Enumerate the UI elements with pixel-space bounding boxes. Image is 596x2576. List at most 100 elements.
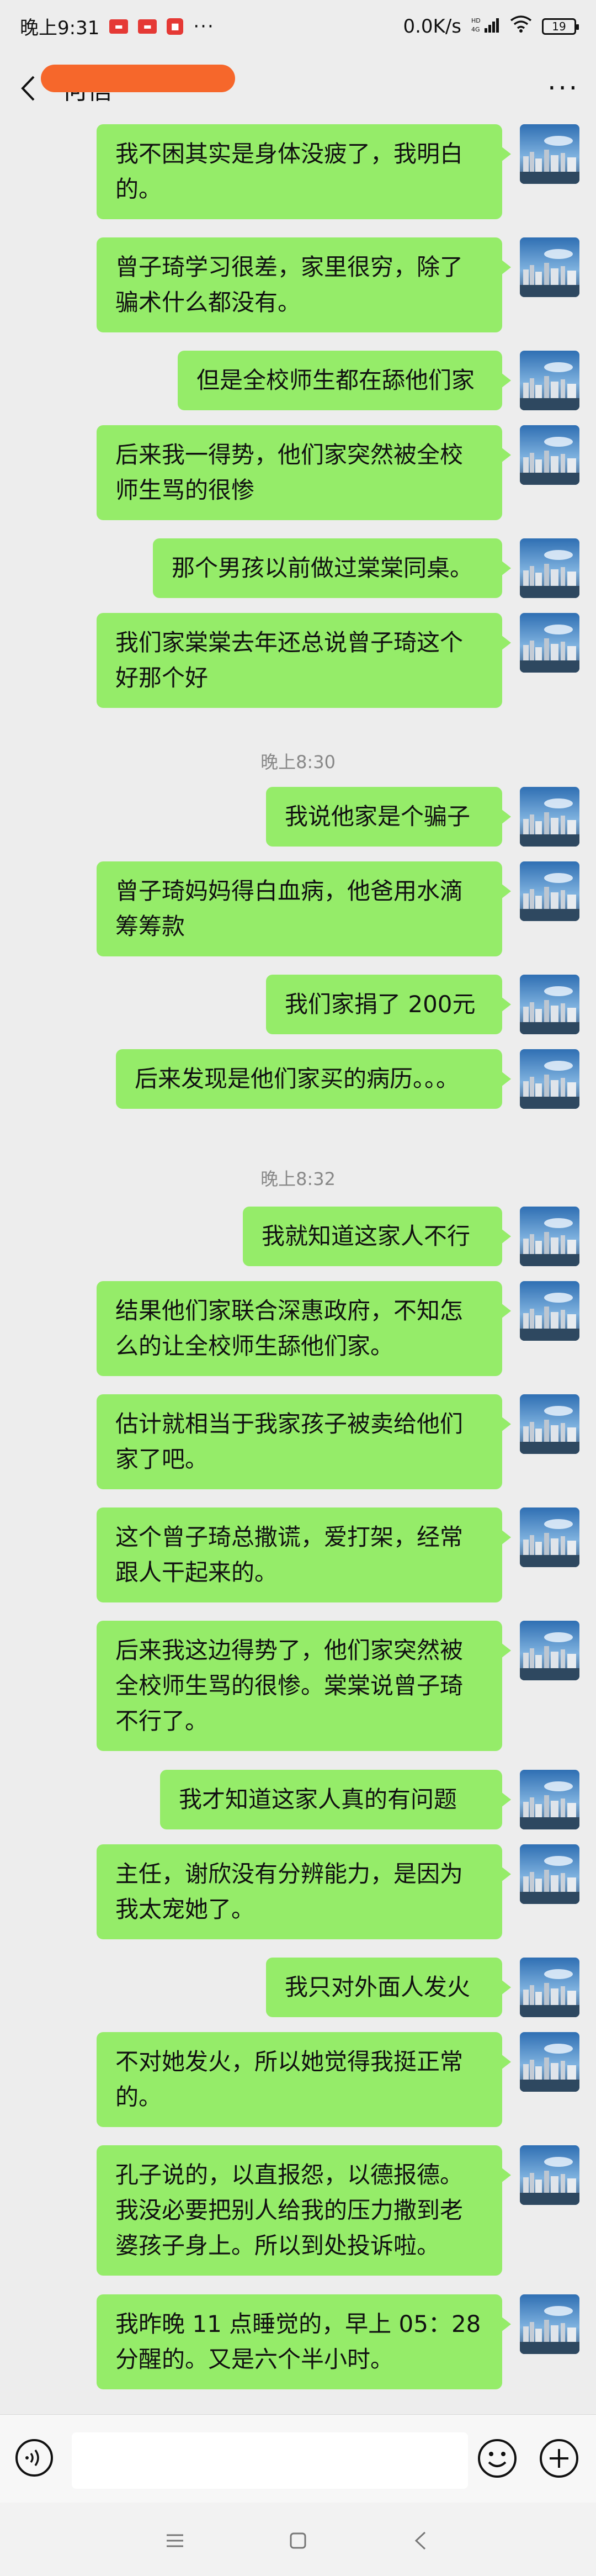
message-text-line: 骗术什么都没有。 xyxy=(115,289,301,316)
message-text-line: 家了吧。 xyxy=(115,1446,209,1473)
message-text-line: 我们家棠棠去年还总说曾子琦这个 xyxy=(115,629,464,656)
back-arrow-icon[interactable] xyxy=(17,72,39,105)
message-bubble[interactable]: 我昨晚 11 点睡觉的，早上 05：28 分醒的。又是六个半小时。 xyxy=(97,2294,511,2389)
message-text-line: 我就知道这家人不行 xyxy=(262,1223,471,1250)
more-notifications-icon: ··· xyxy=(193,15,215,38)
signal-icon: HD 4G xyxy=(471,16,500,37)
message-text-line: 分醒的。又是六个半小时。 xyxy=(115,2346,394,2373)
battery-level: 19 xyxy=(552,19,566,33)
message-text-line: 筹筹款 xyxy=(115,913,185,940)
avatar[interactable] xyxy=(520,2032,579,2092)
avatar[interactable] xyxy=(520,975,579,1034)
chat-timestamp: 晚上8:30 xyxy=(260,752,336,773)
message-text-line: 结果他们家联合深惠政府，不知怎 xyxy=(115,1297,464,1324)
avatar[interactable] xyxy=(520,1621,579,1680)
redaction-mark xyxy=(41,65,235,92)
message-text-line: 不对她发火，所以她觉得我挺正常 xyxy=(115,2048,464,2075)
message-text-line: 跟人干起来的。 xyxy=(115,1559,278,1586)
avatar[interactable] xyxy=(520,425,579,485)
avatar[interactable] xyxy=(520,613,579,673)
emoji-icon[interactable] xyxy=(477,2438,518,2479)
message-text-line: 后来我一得势，他们家突然被全校 xyxy=(115,441,464,468)
message-text-line: 后来我这边得势了，他们家突然被 xyxy=(115,1637,464,1664)
message-text-line: 师生骂的很惨 xyxy=(115,477,255,504)
message-text-line: 这个曾子琦总撒谎，爱打架，经常 xyxy=(115,1524,464,1551)
notification-icon: ▬ xyxy=(109,19,129,34)
message-bubble[interactable]: 后来发现是他们家买的病历。。。 xyxy=(116,1049,511,1109)
avatar[interactable] xyxy=(520,1049,579,1109)
svg-text:4G: 4G xyxy=(471,26,480,33)
message-text-line: 曾子琦学习很差，家里很穷，除了 xyxy=(115,253,464,281)
message-text-line: 婆孩子身上。所以到处投诉啦。 xyxy=(115,2232,440,2259)
message-text-line: 不行了。 xyxy=(115,1707,209,1734)
message-text-line: 我才知道这家人真的有问题 xyxy=(179,1786,457,1813)
avatar[interactable] xyxy=(520,2145,579,2205)
message-text-line: 我没必要把别人给我的压力撒到老 xyxy=(115,2197,464,2224)
avatar[interactable] xyxy=(520,2294,579,2354)
message-text-line: 估计就相当于我家孩子被卖给他们 xyxy=(115,1410,464,1437)
message-text-line: 我只对外面人发火 xyxy=(285,1974,471,2001)
message-bubble[interactable]: 不对她发火，所以她觉得我挺正常 的。 xyxy=(97,2032,511,2127)
message-text-line: 的。 xyxy=(115,2083,162,2110)
message-bubble[interactable]: 后来我这边得势了，他们家突然被 全校师生骂的很惨。棠棠说曾子琦 不行了。 xyxy=(97,1621,511,1751)
avatar[interactable] xyxy=(520,1281,579,1341)
back-icon[interactable] xyxy=(407,2527,435,2554)
avatar[interactable] xyxy=(520,1207,579,1266)
network-speed: 0.0K/s xyxy=(403,15,461,38)
message-text-line: 我说他家是个骗子 xyxy=(285,803,471,830)
message-input[interactable] xyxy=(72,2432,468,2489)
avatar[interactable] xyxy=(520,787,579,847)
message-text-line: 我昨晚 11 点睡觉的，早上 05：28 xyxy=(115,2310,481,2337)
voice-input-icon[interactable] xyxy=(14,2438,54,2478)
message-bubble[interactable]: 我说他家是个骗子 xyxy=(266,787,511,847)
avatar[interactable] xyxy=(520,1507,579,1567)
more-options-icon[interactable]: ··· xyxy=(547,73,579,104)
add-attachment-icon[interactable] xyxy=(539,2438,579,2479)
svg-text:HD: HD xyxy=(471,17,481,24)
avatar[interactable] xyxy=(520,1844,579,1904)
avatar[interactable] xyxy=(520,1770,579,1829)
avatar[interactable] xyxy=(520,861,579,921)
message-bubble[interactable]: 我们家棠棠去年还总说曾子琦这个 好那个好 xyxy=(97,613,511,708)
message-text-line: 么的让全校师生舔他们家。 xyxy=(115,1332,394,1360)
message-text-line: 孔子说的，以直报怨，以德报德。 xyxy=(115,2161,464,2188)
message-bubble[interactable]: 我不困其实是身体没疲了，我明白 的。 xyxy=(97,124,511,219)
avatar[interactable] xyxy=(520,538,579,598)
battery-icon: 19 xyxy=(542,18,579,35)
message-text-line: 我们家捐了 200元 xyxy=(285,991,476,1018)
message-bubble[interactable]: 这个曾子琦总撒谎，爱打架，经常 跟人干起来的。 xyxy=(97,1507,511,1602)
message-bubble[interactable]: 我就知道这家人不行 xyxy=(243,1207,511,1266)
message-bubble[interactable]: 后来我一得势，他们家突然被全校 师生骂的很惨 xyxy=(97,425,511,520)
message-text-line: 的。 xyxy=(115,176,162,203)
message-bubble[interactable]: 结果他们家联合深惠政府，不知怎 么的让全校师生舔他们家。 xyxy=(97,1281,511,1376)
message-bubble[interactable]: 我只对外面人发火 xyxy=(266,1958,511,2017)
avatar[interactable] xyxy=(520,124,579,184)
message-bubble[interactable]: 我们家捐了 200元 xyxy=(266,975,511,1034)
message-bubble[interactable]: 那个男孩以前做过棠棠同桌。 xyxy=(153,538,511,598)
message-bubble[interactable]: 但是全校师生都在舔他们家 xyxy=(178,351,511,410)
message-bubble[interactable]: 主任，谢欣没有分辨能力，是因为 我太宠她了。 xyxy=(97,1844,511,1939)
message-text-line: 好那个好 xyxy=(115,664,209,691)
status-time: 晚上9:31 xyxy=(20,17,100,39)
message-text-line: 全校师生骂的很惨。棠棠说曾子琦 xyxy=(115,1672,464,1699)
message-bubble[interactable]: 曾子琦学习很差，家里很穷，除了 骗术什么都没有。 xyxy=(97,237,511,332)
message-text-line: 后来发现是他们家买的病历。。。 xyxy=(135,1065,460,1092)
message-bubble[interactable]: 估计就相当于我家孩子被卖给他们 家了吧。 xyxy=(97,1394,511,1489)
menu-icon[interactable] xyxy=(161,2527,189,2554)
message-bubble[interactable]: 曾子琦妈妈得白血病，他爸用水滴 筹筹款 xyxy=(97,861,511,956)
message-text-line: 曾子琦妈妈得白血病，他爸用水滴 xyxy=(115,877,464,904)
system-navigation-bar xyxy=(0,2503,596,2576)
avatar[interactable] xyxy=(520,237,579,297)
message-text-line: 主任，谢欣没有分辨能力，是因为 xyxy=(115,1860,464,1887)
input-bar xyxy=(0,2414,596,2503)
chat-timestamp: 晚上8:32 xyxy=(260,1168,336,1189)
message-text-line: 那个男孩以前做过棠棠同桌。 xyxy=(172,554,473,581)
message-bubble[interactable]: 我才知道这家人真的有问题 xyxy=(160,1770,511,1829)
status-bar: 晚上9:31 ▬ ▬ ■ ··· 0.0K/s HD 4G 19 xyxy=(0,0,596,52)
message-bubble[interactable]: 孔子说的，以直报怨，以德报德。 我没必要把别人给我的压力撒到老 婆孩子身上。所以到处… xyxy=(97,2145,511,2276)
avatar[interactable] xyxy=(520,1394,579,1454)
home-icon[interactable] xyxy=(284,2527,312,2554)
avatar[interactable] xyxy=(520,1958,579,2017)
avatar[interactable] xyxy=(520,351,579,410)
message-text-line: 我太宠她了。 xyxy=(115,1896,255,1923)
